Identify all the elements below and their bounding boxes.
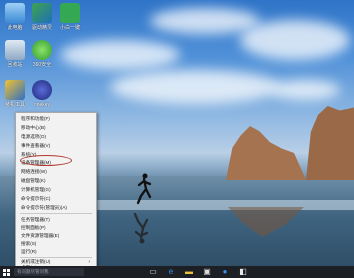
app-icon[interactable]: ● <box>220 267 230 277</box>
desktop-icon-pc[interactable]: 此电脑 <box>0 3 30 41</box>
menu-item-network-connections[interactable]: 网络连接(W) <box>21 168 95 176</box>
desktop-icon-recycle-bin[interactable]: 回收站 <box>0 40 30 78</box>
menu-item-power-options[interactable]: 电源选项(O) <box>21 133 95 141</box>
menu-item-event-viewer[interactable]: 事件查看器(V) <box>21 142 95 150</box>
cloud <box>60 40 180 70</box>
cloud <box>240 20 350 60</box>
windows-logo-icon <box>3 269 6 272</box>
menu-item-mobility-center[interactable]: 移动中心(B) <box>21 124 95 132</box>
winx-context-menu: 程序和功能(F) 移动中心(B) 电源选项(O) 事件查看器(V) 系统(Y) … <box>15 112 97 270</box>
menu-item-disk-management[interactable]: 磁盘管理(K) <box>21 177 95 185</box>
task-view-icon[interactable]: ▭ <box>148 267 158 277</box>
tool-icon <box>5 80 25 100</box>
app-icon <box>32 3 52 23</box>
start-button[interactable] <box>3 269 10 276</box>
desktop-icon-app5[interactable]: 360安全 <box>27 40 57 78</box>
store-icon[interactable]: ▣ <box>202 267 212 277</box>
windows-logo-icon-part <box>7 269 10 272</box>
cloud <box>150 8 260 34</box>
rock-formation-arch <box>306 106 354 180</box>
menu-item-command-prompt-admin[interactable]: 命令提示符(管理员)(A) <box>21 204 95 212</box>
taskbar-search-box[interactable]: 有问题尽管问我 <box>14 268 84 276</box>
app-icon <box>60 3 80 23</box>
desktop-icon-app3[interactable]: 小白一键 <box>55 3 85 41</box>
taskbar: 有问题尽管问我 ▭ e ▬ ▣ ● ◧ <box>0 266 354 278</box>
recycle-bin-icon <box>5 40 25 60</box>
water-reflection <box>95 200 354 210</box>
rock-formation <box>226 126 306 180</box>
disc-app-icon <box>32 80 52 100</box>
runner-reflection <box>133 212 149 244</box>
menu-item-search[interactable]: 搜索(S) <box>21 240 95 248</box>
cloud <box>270 80 340 100</box>
shield-app-icon <box>32 40 52 60</box>
cloud <box>110 70 280 104</box>
computer-icon <box>5 3 25 23</box>
file-explorer-icon[interactable]: ▬ <box>184 267 194 277</box>
edge-browser-icon[interactable]: e <box>166 267 176 277</box>
runner-silhouette <box>136 173 152 205</box>
menu-item-run[interactable]: 运行(R) <box>21 248 95 256</box>
app-icon[interactable]: ◧ <box>238 267 248 277</box>
menu-separator <box>20 213 92 214</box>
desktop-icon-app2[interactable]: 驱动精灵 <box>27 3 57 41</box>
menu-item-programs-features[interactable]: 程序和功能(F) <box>21 115 95 123</box>
windows-logo-icon-part <box>3 273 6 276</box>
menu-item-task-manager[interactable]: 任务管理器(T) <box>21 216 95 224</box>
windows-logo-icon-part <box>7 273 10 276</box>
menu-item-control-panel[interactable]: 控制面板(P) <box>21 224 95 232</box>
menu-item-command-prompt[interactable]: 命令提示符(C) <box>21 195 95 203</box>
device-manager-highlight <box>20 155 72 166</box>
menu-item-computer-management[interactable]: 计算机管理(G) <box>21 186 95 194</box>
menu-item-file-explorer[interactable]: 文件资源管理器(E) <box>21 232 95 240</box>
